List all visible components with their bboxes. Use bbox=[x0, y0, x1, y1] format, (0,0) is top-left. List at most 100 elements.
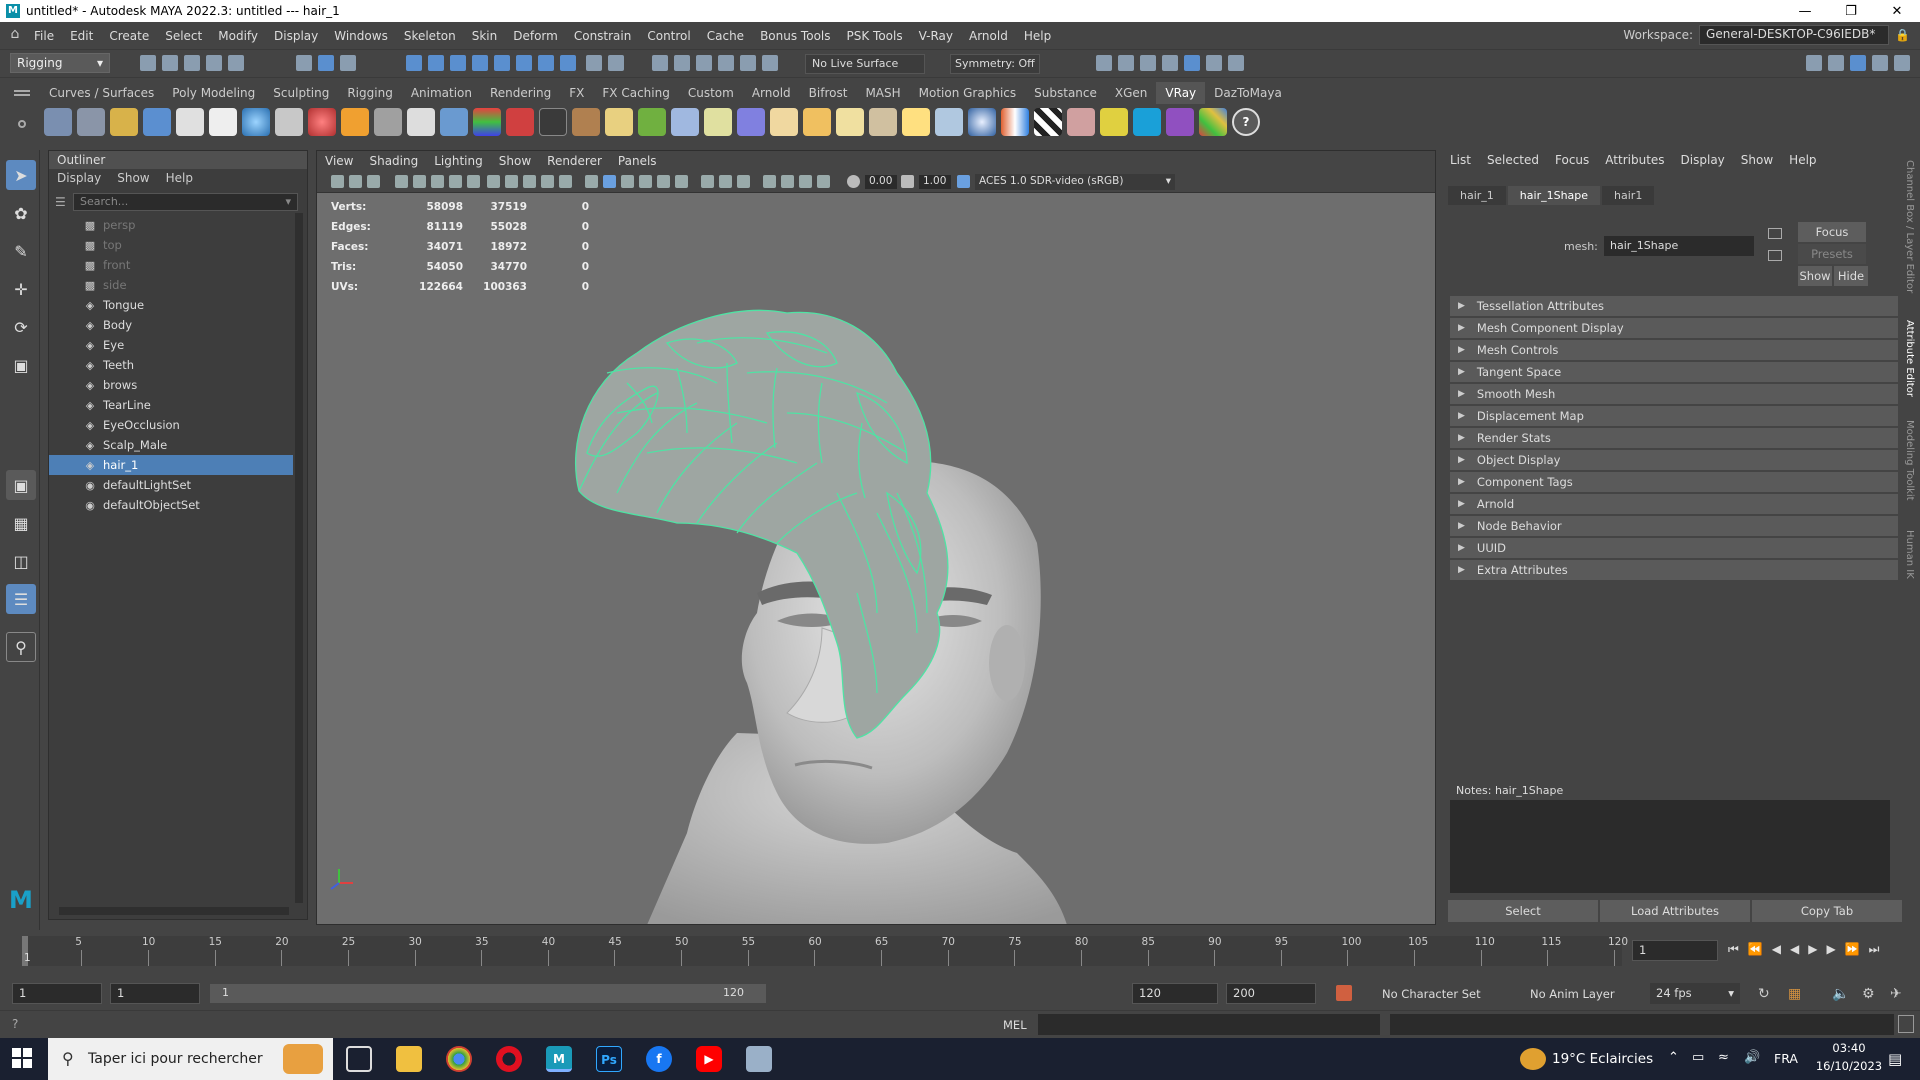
outliner-vscroll[interactable] bbox=[295, 213, 303, 903]
anim-layer-dropdown[interactable]: No Anim Layer bbox=[1530, 987, 1615, 1001]
attr-section[interactable]: ▶ UUID bbox=[1450, 538, 1898, 558]
load-attributes-button[interactable]: Load Attributes bbox=[1600, 900, 1750, 922]
vray-snowflake-icon[interactable] bbox=[671, 108, 699, 136]
taskbar-time[interactable]: 03:40 bbox=[1814, 1041, 1884, 1055]
safe-title-icon[interactable] bbox=[559, 175, 572, 188]
chrome-icon[interactable] bbox=[446, 1046, 472, 1072]
attr-section[interactable]: ▶ Component Tags bbox=[1450, 472, 1898, 492]
vray-curve-icon[interactable] bbox=[704, 108, 732, 136]
shelf-tab-arnold[interactable]: Arnold bbox=[743, 82, 800, 104]
step-forward-frame-icon[interactable]: ▶ bbox=[1826, 942, 1835, 957]
outliner-menu-display[interactable]: Display bbox=[57, 171, 101, 187]
menu-edit[interactable]: Edit bbox=[62, 29, 101, 43]
side-tab-attribute-editor[interactable]: Attribute Editor bbox=[1904, 320, 1915, 397]
shelf-menu-icon[interactable] bbox=[14, 90, 30, 96]
attr-menu-list[interactable]: List bbox=[1450, 153, 1471, 169]
isolate-icon[interactable] bbox=[763, 175, 776, 188]
viewport-menu-panels[interactable]: Panels bbox=[618, 154, 657, 168]
restore-icon[interactable]: ❐ bbox=[1828, 0, 1874, 22]
attr-menu-show[interactable]: Show bbox=[1741, 153, 1773, 169]
layout-icon-1[interactable] bbox=[1806, 55, 1822, 71]
snap-point-icon[interactable] bbox=[450, 55, 466, 71]
hide-button[interactable]: Hide bbox=[1834, 266, 1868, 286]
search-icon[interactable]: ⚲ bbox=[6, 632, 36, 662]
select-hierarchy-icon[interactable] bbox=[296, 55, 312, 71]
attr-section[interactable]: ▶ Render Stats bbox=[1450, 428, 1898, 448]
menu-file[interactable]: File bbox=[26, 29, 62, 43]
attr-section[interactable]: ▶ Mesh Component Display bbox=[1450, 318, 1898, 338]
lasso-tool-icon[interactable]: ✿ bbox=[6, 198, 36, 228]
time-slider-track[interactable]: 1 5 10 15 20 25 30 35 40 45 50 55 60 65 70 75 80 85 90 95 1… bbox=[22, 936, 1628, 966]
mel-label[interactable]: MEL bbox=[1003, 1018, 1027, 1032]
resolution-gate-icon[interactable] bbox=[487, 175, 500, 188]
volume-icon[interactable]: 🔊 bbox=[1744, 1050, 1760, 1065]
layout-icon-2[interactable] bbox=[1828, 55, 1844, 71]
vray-rgb-icon[interactable] bbox=[473, 108, 501, 136]
shelf-tab-poly-modeling[interactable]: Poly Modeling bbox=[163, 82, 264, 104]
vray-moon-icon[interactable] bbox=[539, 108, 567, 136]
attr-section[interactable]: ▶ Tessellation Attributes bbox=[1450, 296, 1898, 316]
menu-arnold[interactable]: Arnold bbox=[961, 29, 1016, 43]
snap-view-icon[interactable] bbox=[472, 55, 488, 71]
vray-sphere-icon[interactable] bbox=[737, 108, 765, 136]
range-slider[interactable]: 1 120 bbox=[210, 984, 766, 1003]
vray-dome-icon[interactable] bbox=[77, 108, 105, 136]
outliner-hscroll[interactable] bbox=[59, 907, 289, 915]
facebook-icon[interactable]: f bbox=[646, 1046, 672, 1072]
viewport-menu-view[interactable]: View bbox=[325, 154, 353, 168]
redo-icon[interactable] bbox=[228, 55, 244, 71]
tray-chevron-icon[interactable]: ⌃ bbox=[1668, 1050, 1679, 1065]
color-management-icon[interactable] bbox=[957, 175, 970, 188]
vray-dome-half-icon[interactable] bbox=[770, 108, 798, 136]
rotate-tool-icon[interactable]: ⟳ bbox=[6, 312, 36, 342]
app-window-icon[interactable] bbox=[746, 1046, 772, 1072]
wireframe-on-shaded-icon[interactable] bbox=[621, 175, 634, 188]
attr-section[interactable]: ▶ Tangent Space bbox=[1450, 362, 1898, 382]
shelf-tab-fx[interactable]: FX bbox=[560, 82, 593, 104]
outliner-item[interactable]: ▩ side bbox=[49, 275, 293, 295]
tab-hair-1-shape[interactable]: hair_1Shape bbox=[1507, 186, 1601, 205]
vray-fur-icon[interactable] bbox=[638, 108, 666, 136]
filter-icon[interactable]: ☰ bbox=[55, 195, 66, 209]
camera-attr-icon[interactable] bbox=[349, 175, 362, 188]
minimize-icon[interactable]: — bbox=[1782, 0, 1828, 22]
shelf-tab-sculpting[interactable]: Sculpting bbox=[264, 82, 338, 104]
outliner-search-input[interactable]: Search... ▾ bbox=[73, 193, 298, 211]
vray-plane-icon[interactable] bbox=[407, 108, 435, 136]
highlight-icon[interactable] bbox=[608, 55, 624, 71]
tab-hair1[interactable]: hair1 bbox=[1602, 186, 1655, 205]
xray-joints-icon[interactable] bbox=[799, 175, 812, 188]
move-tool-icon[interactable]: ✛ bbox=[6, 274, 36, 304]
attr-menu-display[interactable]: Display bbox=[1681, 153, 1725, 169]
exposure-field[interactable]: 0.00 bbox=[865, 175, 897, 189]
select-object-icon[interactable] bbox=[318, 55, 334, 71]
select-component-icon[interactable] bbox=[340, 55, 356, 71]
notes-textarea[interactable] bbox=[1450, 800, 1890, 893]
workspace-dropdown[interactable]: General-DESKTOP-C96IEDB* bbox=[1699, 25, 1890, 45]
step-back-frame-icon[interactable]: ◀ bbox=[1772, 942, 1781, 957]
shelf-tab-substance[interactable]: Substance bbox=[1025, 82, 1106, 104]
lights-icon[interactable] bbox=[657, 175, 670, 188]
backface-icon[interactable] bbox=[817, 175, 830, 188]
attr-section[interactable]: ▶ Smooth Mesh bbox=[1450, 384, 1898, 404]
tray-device-icon[interactable]: ▭ bbox=[1692, 1050, 1704, 1065]
shelf-settings-icon[interactable] bbox=[18, 120, 26, 128]
vray-ies-icon[interactable] bbox=[176, 108, 204, 136]
outliner-item[interactable]: ▩ front bbox=[49, 255, 293, 275]
ipr-icon[interactable] bbox=[1140, 55, 1156, 71]
menu-control[interactable]: Control bbox=[639, 29, 698, 43]
attr-section[interactable]: ▶ Extra Attributes bbox=[1450, 560, 1898, 580]
xray-icon[interactable] bbox=[781, 175, 794, 188]
bookmark-icon[interactable] bbox=[367, 175, 380, 188]
menu-display[interactable]: Display bbox=[266, 29, 326, 43]
ipr-render-icon[interactable] bbox=[696, 55, 712, 71]
snap-grid-icon[interactable] bbox=[406, 55, 422, 71]
layout-icon-5[interactable] bbox=[1894, 55, 1910, 71]
grid-icon[interactable] bbox=[449, 175, 462, 188]
viewport-menu-lighting[interactable]: Lighting bbox=[434, 154, 483, 168]
menu-vray[interactable]: V-Ray bbox=[911, 29, 961, 43]
snap-misc-icon[interactable] bbox=[560, 55, 576, 71]
select-button[interactable]: Select bbox=[1448, 900, 1598, 922]
vray-light-icon[interactable] bbox=[44, 108, 72, 136]
outliner-item[interactable]: ◈ Teeth bbox=[49, 355, 293, 375]
